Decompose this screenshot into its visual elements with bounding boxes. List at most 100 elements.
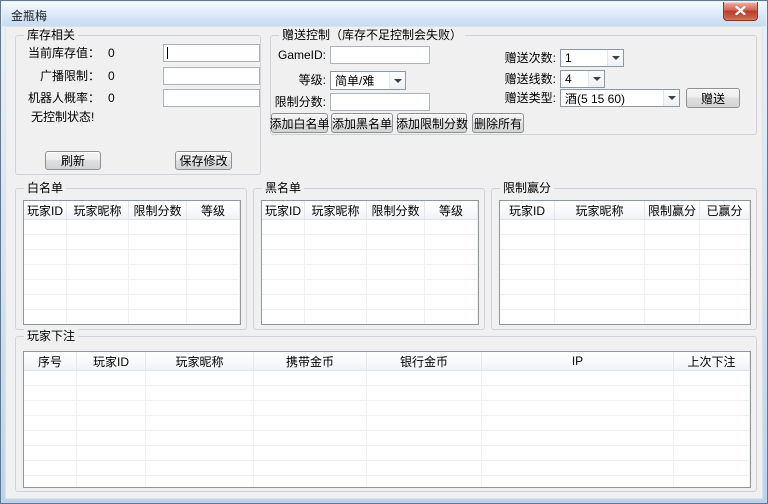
current-stock-input[interactable]: [164, 45, 259, 61]
robot-rate-value: 0: [108, 91, 115, 105]
add-blacklist-button[interactable]: 添加黑名单: [331, 113, 393, 133]
column-header[interactable]: 已赢分: [700, 201, 750, 219]
gift-times-value: 1: [565, 51, 572, 65]
add-whitelist-button[interactable]: 添加白名单: [270, 113, 330, 133]
app-window: 金瓶梅 库存相关 当前库存值： 0 广播限制： 0 机器人概率： 0 无控制状态…: [0, 0, 768, 504]
refresh-button[interactable]: 刷新: [45, 151, 101, 170]
chevron-down-icon: [663, 90, 679, 106]
column-header[interactable]: 等级: [187, 201, 240, 219]
limit-score-input-wrap: [330, 93, 430, 111]
broadcast-limit-label: 广播限制：: [39, 69, 100, 83]
delete-all-button[interactable]: 删除所有: [472, 113, 524, 133]
column-header[interactable]: 玩家ID: [500, 201, 555, 219]
gameid-input[interactable]: [331, 47, 429, 63]
limit-win-table-body[interactable]: [500, 220, 750, 324]
level-combobox[interactable]: 简单/难: [330, 71, 406, 90]
column-header[interactable]: 玩家ID: [77, 352, 146, 370]
column-separator: [477, 220, 478, 324]
player-bets-group-title: 玩家下注: [24, 329, 79, 344]
column-separator: [128, 220, 129, 324]
current-stock-input-wrap: [163, 44, 260, 62]
column-separator: [366, 371, 367, 487]
broadcast-limit-input-wrap: [163, 67, 260, 85]
column-header[interactable]: 玩家昵称: [67, 201, 129, 219]
control-status-text: 无控制状态!: [31, 110, 95, 124]
limit-score-label: 限制分数:: [274, 95, 326, 109]
gameid-input-wrap: [330, 46, 430, 64]
blacklist-table-header: 玩家ID 玩家昵称 限制分数 等级: [262, 201, 478, 220]
limit-win-table-header: 玩家ID 玩家昵称 限制赢分 已赢分: [500, 201, 750, 220]
gift-control-group-title: 赠送控制（库存不足控制会失败）: [279, 28, 466, 43]
gift-lines-label: 赠送线数:: [504, 72, 556, 86]
column-separator: [749, 220, 750, 324]
column-separator: [253, 371, 254, 487]
column-header[interactable]: IP: [482, 352, 674, 370]
column-separator: [673, 371, 674, 487]
gift-times-combobox[interactable]: 1: [560, 49, 624, 67]
chevron-down-icon: [389, 72, 405, 89]
column-separator: [481, 371, 482, 487]
whitelist-group-title: 白名单: [24, 181, 67, 196]
whitelist-table-body[interactable]: [24, 220, 240, 324]
column-separator: [554, 220, 555, 324]
gift-lines-combobox[interactable]: 4: [560, 70, 605, 88]
window-title: 金瓶梅: [11, 9, 48, 23]
close-button[interactable]: [723, 2, 758, 21]
column-header[interactable]: 等级: [425, 201, 478, 219]
column-separator: [304, 220, 305, 324]
blacklist-table-body[interactable]: [262, 220, 478, 324]
column-separator: [186, 220, 187, 324]
whitelist-table[interactable]: 玩家ID 玩家昵称 限制分数 等级: [23, 200, 241, 325]
gift-control-group: 赠送控制（库存不足控制会失败） GameID: 等级: 简单/难 限制分数: 添…: [270, 28, 757, 135]
column-header[interactable]: 玩家ID: [262, 201, 305, 219]
blacklist-table[interactable]: 玩家ID 玩家昵称 限制分数 等级: [261, 200, 479, 325]
robot-rate-input[interactable]: [164, 90, 259, 106]
column-separator: [145, 371, 146, 487]
column-separator: [749, 371, 750, 487]
column-separator: [644, 220, 645, 324]
column-separator: [366, 220, 367, 324]
robot-rate-label: 机器人概率：: [27, 91, 100, 105]
column-separator: [424, 220, 425, 324]
column-header[interactable]: 限制赢分: [645, 201, 700, 219]
column-header[interactable]: 玩家昵称: [555, 201, 645, 219]
chevron-down-icon: [607, 50, 623, 66]
blacklist-group-title: 黑名单: [262, 181, 305, 196]
column-header[interactable]: 限制分数: [129, 201, 187, 219]
gift-type-combobox[interactable]: 酒(5 15 60): [560, 89, 680, 107]
limit-win-group-title: 限制赢分: [500, 181, 555, 196]
limit-win-table[interactable]: 玩家ID 玩家昵称 限制赢分 已赢分: [499, 200, 751, 325]
save-button[interactable]: 保存修改: [175, 151, 232, 170]
robot-rate-input-wrap: [163, 89, 260, 107]
limit-score-input[interactable]: [331, 94, 429, 110]
player-bets-table[interactable]: 序号 玩家ID 玩家昵称 携带金币 银行金币 IP 上次下注: [23, 351, 751, 488]
column-header[interactable]: 限制分数: [367, 201, 425, 219]
gift-lines-value: 4: [565, 72, 572, 86]
column-header[interactable]: 玩家ID: [24, 201, 67, 219]
column-separator: [699, 220, 700, 324]
column-header[interactable]: 玩家昵称: [146, 352, 254, 370]
broadcast-limit-value: 0: [108, 69, 115, 83]
player-bets-table-body[interactable]: [24, 371, 750, 487]
close-icon: [735, 4, 746, 18]
title-bar[interactable]: 金瓶梅: [2, 2, 766, 26]
column-header[interactable]: 上次下注: [674, 352, 750, 370]
blacklist-group: 黑名单 玩家ID 玩家昵称 限制分数 等级: [253, 181, 485, 330]
column-separator: [76, 371, 77, 487]
column-header[interactable]: 携带金币: [254, 352, 367, 370]
column-header[interactable]: 序号: [24, 352, 77, 370]
add-limit-score-button[interactable]: 添加限制分数: [396, 113, 468, 133]
gift-times-label: 赠送次数:: [504, 51, 556, 65]
column-header[interactable]: 银行金币: [367, 352, 482, 370]
column-header[interactable]: 玩家昵称: [305, 201, 367, 219]
player-bets-group: 玩家下注 序号 玩家ID 玩家昵称 携带金币 银行金币 IP 上次下注: [15, 329, 757, 492]
broadcast-limit-input[interactable]: [164, 68, 259, 84]
level-label: 等级:: [298, 73, 326, 87]
client-area: 库存相关 当前库存值： 0 广播限制： 0 机器人概率： 0 无控制状态! 刷新…: [5, 26, 763, 499]
text-caret: [167, 47, 168, 59]
send-gift-button[interactable]: 赠送: [686, 88, 740, 108]
inventory-group-title: 库存相关: [24, 28, 79, 43]
chevron-down-icon: [588, 71, 604, 87]
whitelist-table-header: 玩家ID 玩家昵称 限制分数 等级: [24, 201, 240, 220]
player-bets-table-header: 序号 玩家ID 玩家昵称 携带金币 银行金币 IP 上次下注: [24, 352, 750, 371]
